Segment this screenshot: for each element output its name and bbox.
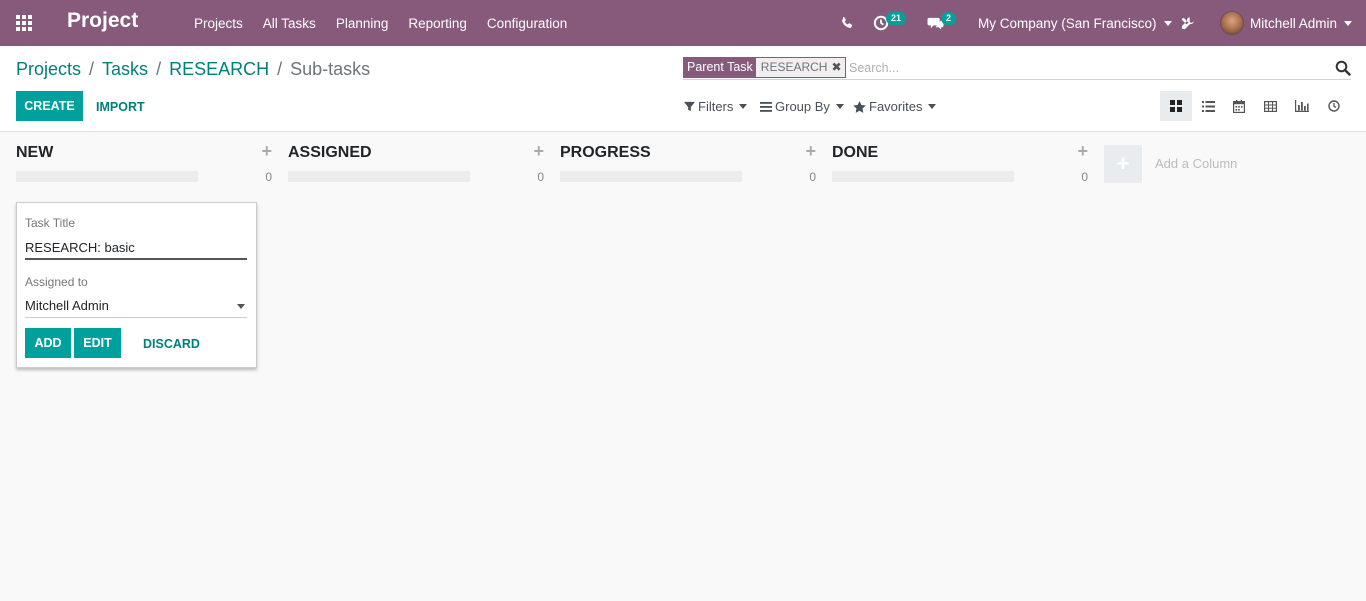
breadcrumb-projects[interactable]: Projects (16, 59, 81, 80)
search-icon[interactable] (1335, 60, 1351, 76)
facet-value-text: RESEARCH (760, 60, 828, 74)
clock-icon (1328, 100, 1340, 112)
column-count: 0 (265, 170, 272, 184)
view-pivot-button[interactable] (1254, 91, 1286, 121)
column-progress-bar (16, 171, 198, 182)
discard-button[interactable]: DISCARD (143, 337, 200, 351)
assigned-to-value: Mitchell Admin (25, 298, 109, 313)
column-count: 0 (537, 170, 544, 184)
messages-icon[interactable] (927, 0, 944, 46)
add-column-label[interactable]: Add a Column (1155, 156, 1237, 171)
import-button[interactable]: IMPORT (96, 100, 145, 114)
search-input[interactable] (849, 58, 1319, 77)
list-icon (1201, 100, 1215, 112)
add-column-button[interactable]: + (1104, 145, 1142, 183)
messages-count-badge: 2 (941, 12, 957, 25)
view-list-button[interactable] (1192, 91, 1224, 121)
facet-value: RESEARCH ✖ (755, 58, 845, 77)
breadcrumb-current: Sub-tasks (290, 59, 371, 79)
user-menu[interactable]: Mitchell Admin (1220, 0, 1353, 46)
task-title-label: Task Title (25, 216, 76, 230)
filter-icon (684, 101, 695, 112)
pivot-table-icon (1263, 100, 1277, 112)
list-bars-icon (760, 101, 772, 112)
kanban-icon (1170, 100, 1182, 112)
view-graph-button[interactable] (1286, 91, 1318, 121)
quick-create-card: Task Title Assigned to Mitchell Admin AD… (16, 202, 257, 368)
breadcrumb-separator: / (89, 59, 95, 79)
column-progress-bar (288, 171, 470, 182)
column-count: 0 (1081, 170, 1088, 184)
search-facet: Parent Task RESEARCH ✖ (683, 57, 846, 78)
company-name: My Company (San Francisco) (978, 15, 1157, 31)
breadcrumb-separator: / (277, 59, 283, 79)
activity-count-badge: 21 (886, 12, 907, 25)
menu-reporting[interactable]: Reporting (398, 16, 477, 31)
phone-icon[interactable] (840, 0, 854, 46)
column-quick-add-icon[interactable]: + (1077, 141, 1088, 162)
breadcrumb-research[interactable]: RESEARCH (169, 59, 269, 80)
tools-icon[interactable] (1180, 0, 1195, 46)
breadcrumb-separator: / (156, 59, 162, 79)
task-title-input[interactable] (25, 236, 247, 258)
task-title-underline (25, 258, 247, 260)
view-calendar-button[interactable] (1223, 91, 1255, 121)
bar-chart-icon (1295, 100, 1309, 112)
create-button[interactable]: CREATE (16, 91, 83, 121)
menu-projects[interactable]: Projects (184, 16, 253, 31)
chevron-down-icon (928, 104, 937, 109)
view-activity-button[interactable] (1318, 91, 1350, 121)
facet-label: Parent Task (684, 58, 756, 77)
star-icon (853, 100, 866, 113)
group-by-label: Group By (775, 99, 830, 114)
column-progress-bar (832, 171, 1014, 182)
column-progress-bar (560, 171, 742, 182)
column-quick-add-icon[interactable]: + (533, 141, 544, 162)
column-title[interactable]: DONE (832, 144, 878, 162)
breadcrumb-tasks[interactable]: Tasks (102, 59, 148, 80)
breadcrumb: Projects / Tasks / RESEARCH / Sub-tasks (16, 59, 370, 80)
menu-configuration[interactable]: Configuration (477, 16, 577, 31)
column-title[interactable]: ASSIGNED (288, 144, 372, 162)
filters-label: Filters (698, 99, 734, 114)
chevron-down-icon (1163, 20, 1172, 26)
calendar-icon (1233, 99, 1245, 113)
column-quick-add-icon[interactable]: + (805, 141, 816, 162)
group-by-dropdown[interactable]: Group By (760, 99, 844, 114)
search-bar: Parent Task RESEARCH ✖ (683, 57, 1351, 80)
edit-button[interactable]: EDIT (74, 328, 121, 358)
add-button[interactable]: ADD (25, 328, 71, 358)
column-title[interactable]: NEW (16, 144, 53, 162)
user-name: Mitchell Admin (1250, 15, 1338, 31)
column-title[interactable]: PROGRESS (560, 144, 651, 162)
filters-dropdown[interactable]: Filters (684, 99, 748, 114)
assigned-to-underline (25, 317, 247, 318)
view-kanban-button[interactable] (1160, 91, 1192, 121)
top-navbar: Project Projects All Tasks Planning Repo… (0, 0, 1366, 46)
chevron-down-icon (739, 104, 748, 109)
control-panel: Projects / Tasks / RESEARCH / Sub-tasks … (0, 46, 1366, 132)
company-switcher[interactable]: My Company (San Francisco) (978, 0, 1172, 46)
activity-clock-icon[interactable] (873, 0, 889, 46)
avatar (1220, 11, 1244, 35)
chevron-down-icon (237, 304, 245, 309)
facet-remove-icon[interactable]: ✖ (831, 58, 841, 77)
app-grid-icon[interactable] (16, 15, 34, 31)
assigned-to-label: Assigned to (25, 275, 88, 289)
app-title[interactable]: Project (67, 9, 138, 33)
favorites-dropdown[interactable]: Favorites (853, 99, 937, 114)
chevron-down-icon (835, 104, 844, 109)
chevron-down-icon (1344, 20, 1353, 26)
menu-planning[interactable]: Planning (326, 16, 399, 31)
assigned-to-select[interactable]: Mitchell Admin (25, 296, 247, 318)
column-quick-add-icon[interactable]: + (261, 141, 272, 162)
favorites-label: Favorites (869, 99, 923, 114)
column-count: 0 (809, 170, 816, 184)
menu-all-tasks[interactable]: All Tasks (253, 16, 326, 31)
main-menu: Projects All Tasks Planning Reporting Co… (184, 0, 577, 46)
